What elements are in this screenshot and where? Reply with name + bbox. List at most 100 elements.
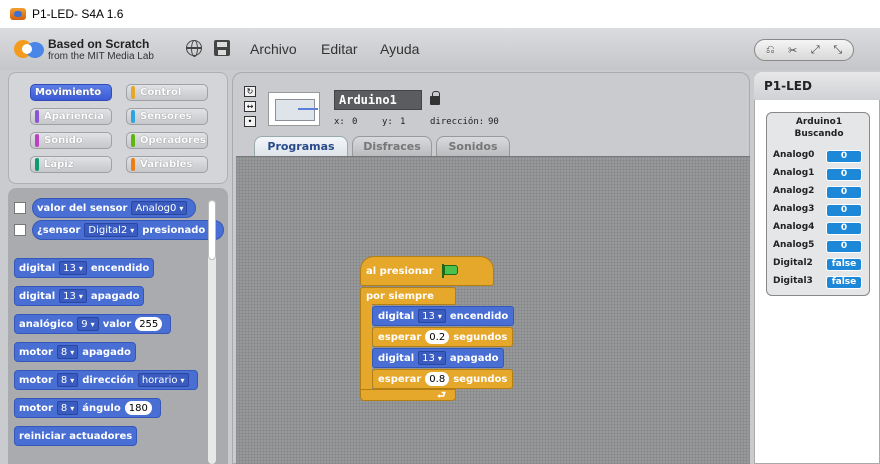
palette-reset-block[interactable]: reiniciar actuadores [14, 426, 138, 446]
block-label: motor [19, 346, 53, 358]
category-apariencia[interactable]: Apariencia [30, 108, 112, 125]
block-suffix: presionado [142, 224, 206, 236]
category-label: Lápiz [44, 159, 74, 170]
category-sensores[interactable]: Sensores [126, 108, 208, 125]
category-variables[interactable]: Variables [126, 156, 208, 173]
tab-disfraces[interactable]: Disfraces [352, 136, 432, 156]
brand-subtitle: from the MIT Media Lab [48, 51, 154, 62]
category-sonido[interactable]: Sonido [30, 132, 112, 149]
category-control[interactable]: Control [126, 84, 208, 101]
menu-archivo[interactable]: Archivo [250, 41, 297, 57]
arduino-board-icon [275, 99, 318, 121]
wait-seconds-input[interactable]: 0.2 [425, 330, 450, 344]
sensor-value-analog1: 0 [826, 168, 862, 181]
block-label: motor [19, 374, 53, 386]
wait-seconds-input[interactable]: 0.8 [425, 372, 450, 386]
pin-dropdown[interactable]: 13 [418, 309, 446, 323]
block-label: digital [19, 262, 56, 274]
tab-programas[interactable]: Programas [254, 136, 348, 156]
category-swatch [131, 86, 135, 99]
motor-dropdown[interactable]: 8 [56, 373, 79, 387]
rotate-style-icon[interactable]: ↻ [244, 86, 256, 97]
motor-dropdown[interactable]: 8 [56, 401, 79, 415]
palette-digital-off-block[interactable]: digital 13 apagado [14, 286, 145, 306]
block-mid-label: ángulo [82, 402, 121, 414]
stamp-icon[interactable]: ⎌ [760, 43, 780, 57]
block-mid-label: valor [102, 318, 132, 330]
stage-title: P1-LED [754, 72, 880, 100]
script-wait-block-2[interactable]: esperar 0.8 segundos [372, 369, 514, 389]
pin-dropdown[interactable]: 9 [77, 317, 99, 331]
menubar: Based on Scratch from the MIT Media Lab … [0, 28, 880, 70]
palette-digital-on-block[interactable]: digital 13 encendido [14, 258, 155, 278]
sensor-name-analog0: Analog0 [773, 150, 815, 160]
sensor-value-analog3: 0 [826, 204, 862, 217]
menu-ayuda[interactable]: Ayuda [380, 41, 419, 57]
lock-icon[interactable] [430, 91, 440, 105]
sensor-name-digital2: Digital2 [773, 258, 813, 268]
pin-dropdown[interactable]: 13 [418, 351, 446, 365]
palette-analog-block[interactable]: analógico 9 valor 255 [14, 314, 172, 334]
category-operadores[interactable]: Operadores [126, 132, 208, 149]
board-name: Arduino1 [795, 117, 843, 127]
sensor-value-analog4: 0 [826, 222, 862, 235]
save-disk-icon[interactable] [214, 40, 230, 56]
sensor-name-analog2: Analog2 [773, 186, 815, 196]
category-swatch [131, 110, 135, 123]
block-suffix: encendido [449, 310, 509, 322]
no-rotate-icon[interactable]: • [244, 116, 256, 127]
block-suffix: segundos [453, 373, 508, 385]
y-label: y: [382, 117, 393, 127]
category-label: Sensores [140, 111, 192, 122]
language-globe-icon[interactable] [186, 40, 202, 57]
block-suffix: apagado [90, 290, 140, 302]
palette-sensor-value-block[interactable]: valor del sensor Analog0 [32, 198, 197, 218]
value-input[interactable]: 255 [135, 317, 163, 331]
palette-motor-angle-block[interactable]: motor 8 ángulo 180 [14, 398, 161, 418]
script-digital-off-block[interactable]: digital 13 apagado [372, 348, 505, 368]
sensor-value-checkbox[interactable] [14, 202, 26, 214]
green-flag-icon [440, 264, 458, 278]
block-label: esperar [378, 331, 422, 343]
toolbar-mode-group: ⎌ ✂ ⤢ ⤡ [754, 39, 854, 61]
palette-scrollbar[interactable] [208, 200, 216, 464]
sensor-name-digital3: Digital3 [773, 276, 813, 286]
category-label: Movimiento [35, 87, 102, 98]
category-movimiento[interactable]: Movimiento [30, 84, 112, 101]
flip-style-icon[interactable]: ↔ [244, 101, 256, 112]
when-flag-clicked-block[interactable]: al presionar [360, 256, 494, 286]
category-lapiz[interactable]: Lápiz [30, 156, 112, 173]
script-digital-on-block[interactable]: digital 13 encendido [372, 306, 515, 326]
script-wait-block-1[interactable]: esperar 0.2 segundos [372, 327, 514, 347]
sensor-pressed-checkbox[interactable] [14, 224, 26, 236]
tab-sonidos[interactable]: Sonidos [436, 136, 510, 156]
motor-dropdown[interactable]: 8 [56, 345, 79, 359]
direction-dropdown[interactable]: horario [137, 373, 189, 387]
loop-arrow-icon: ⮐ [437, 390, 446, 401]
sprite-name-field[interactable]: Arduino1 [334, 90, 422, 110]
menu-editar[interactable]: Editar [321, 41, 358, 57]
angle-input[interactable]: 180 [124, 401, 152, 415]
category-swatch [35, 110, 39, 123]
x-label: x: [334, 117, 345, 127]
digital-sensor-dropdown[interactable]: Digital2 [84, 223, 139, 237]
palette-motor-off-block[interactable]: motor 8 apagado [14, 342, 136, 362]
block-suffix: apagado [82, 346, 131, 358]
forever-block[interactable]: por siempre [360, 287, 456, 305]
sensor-dropdown[interactable]: Analog0 [131, 201, 188, 215]
sprite-thumbnail [268, 92, 320, 126]
scrollbar-thumb[interactable] [208, 200, 216, 260]
direction-label: dirección: [430, 117, 485, 127]
block-label: reiniciar actuadores [19, 430, 133, 442]
pin-dropdown[interactable]: 13 [59, 289, 87, 303]
scissors-icon[interactable]: ✂ [783, 44, 803, 57]
category-swatch [35, 158, 39, 171]
grow-icon[interactable]: ⤢ [805, 43, 825, 57]
block-suffix: apagado [449, 352, 499, 364]
shrink-icon[interactable]: ⤡ [828, 43, 848, 57]
palette-motor-direction-block[interactable]: motor 8 dirección horario [14, 370, 198, 390]
palette-sensor-pressed-block[interactable]: ¿sensor Digital2 presionado [32, 220, 224, 240]
category-label: Operadores [140, 135, 206, 146]
scratch-logo-icon [14, 38, 46, 60]
pin-dropdown[interactable]: 13 [59, 261, 87, 275]
